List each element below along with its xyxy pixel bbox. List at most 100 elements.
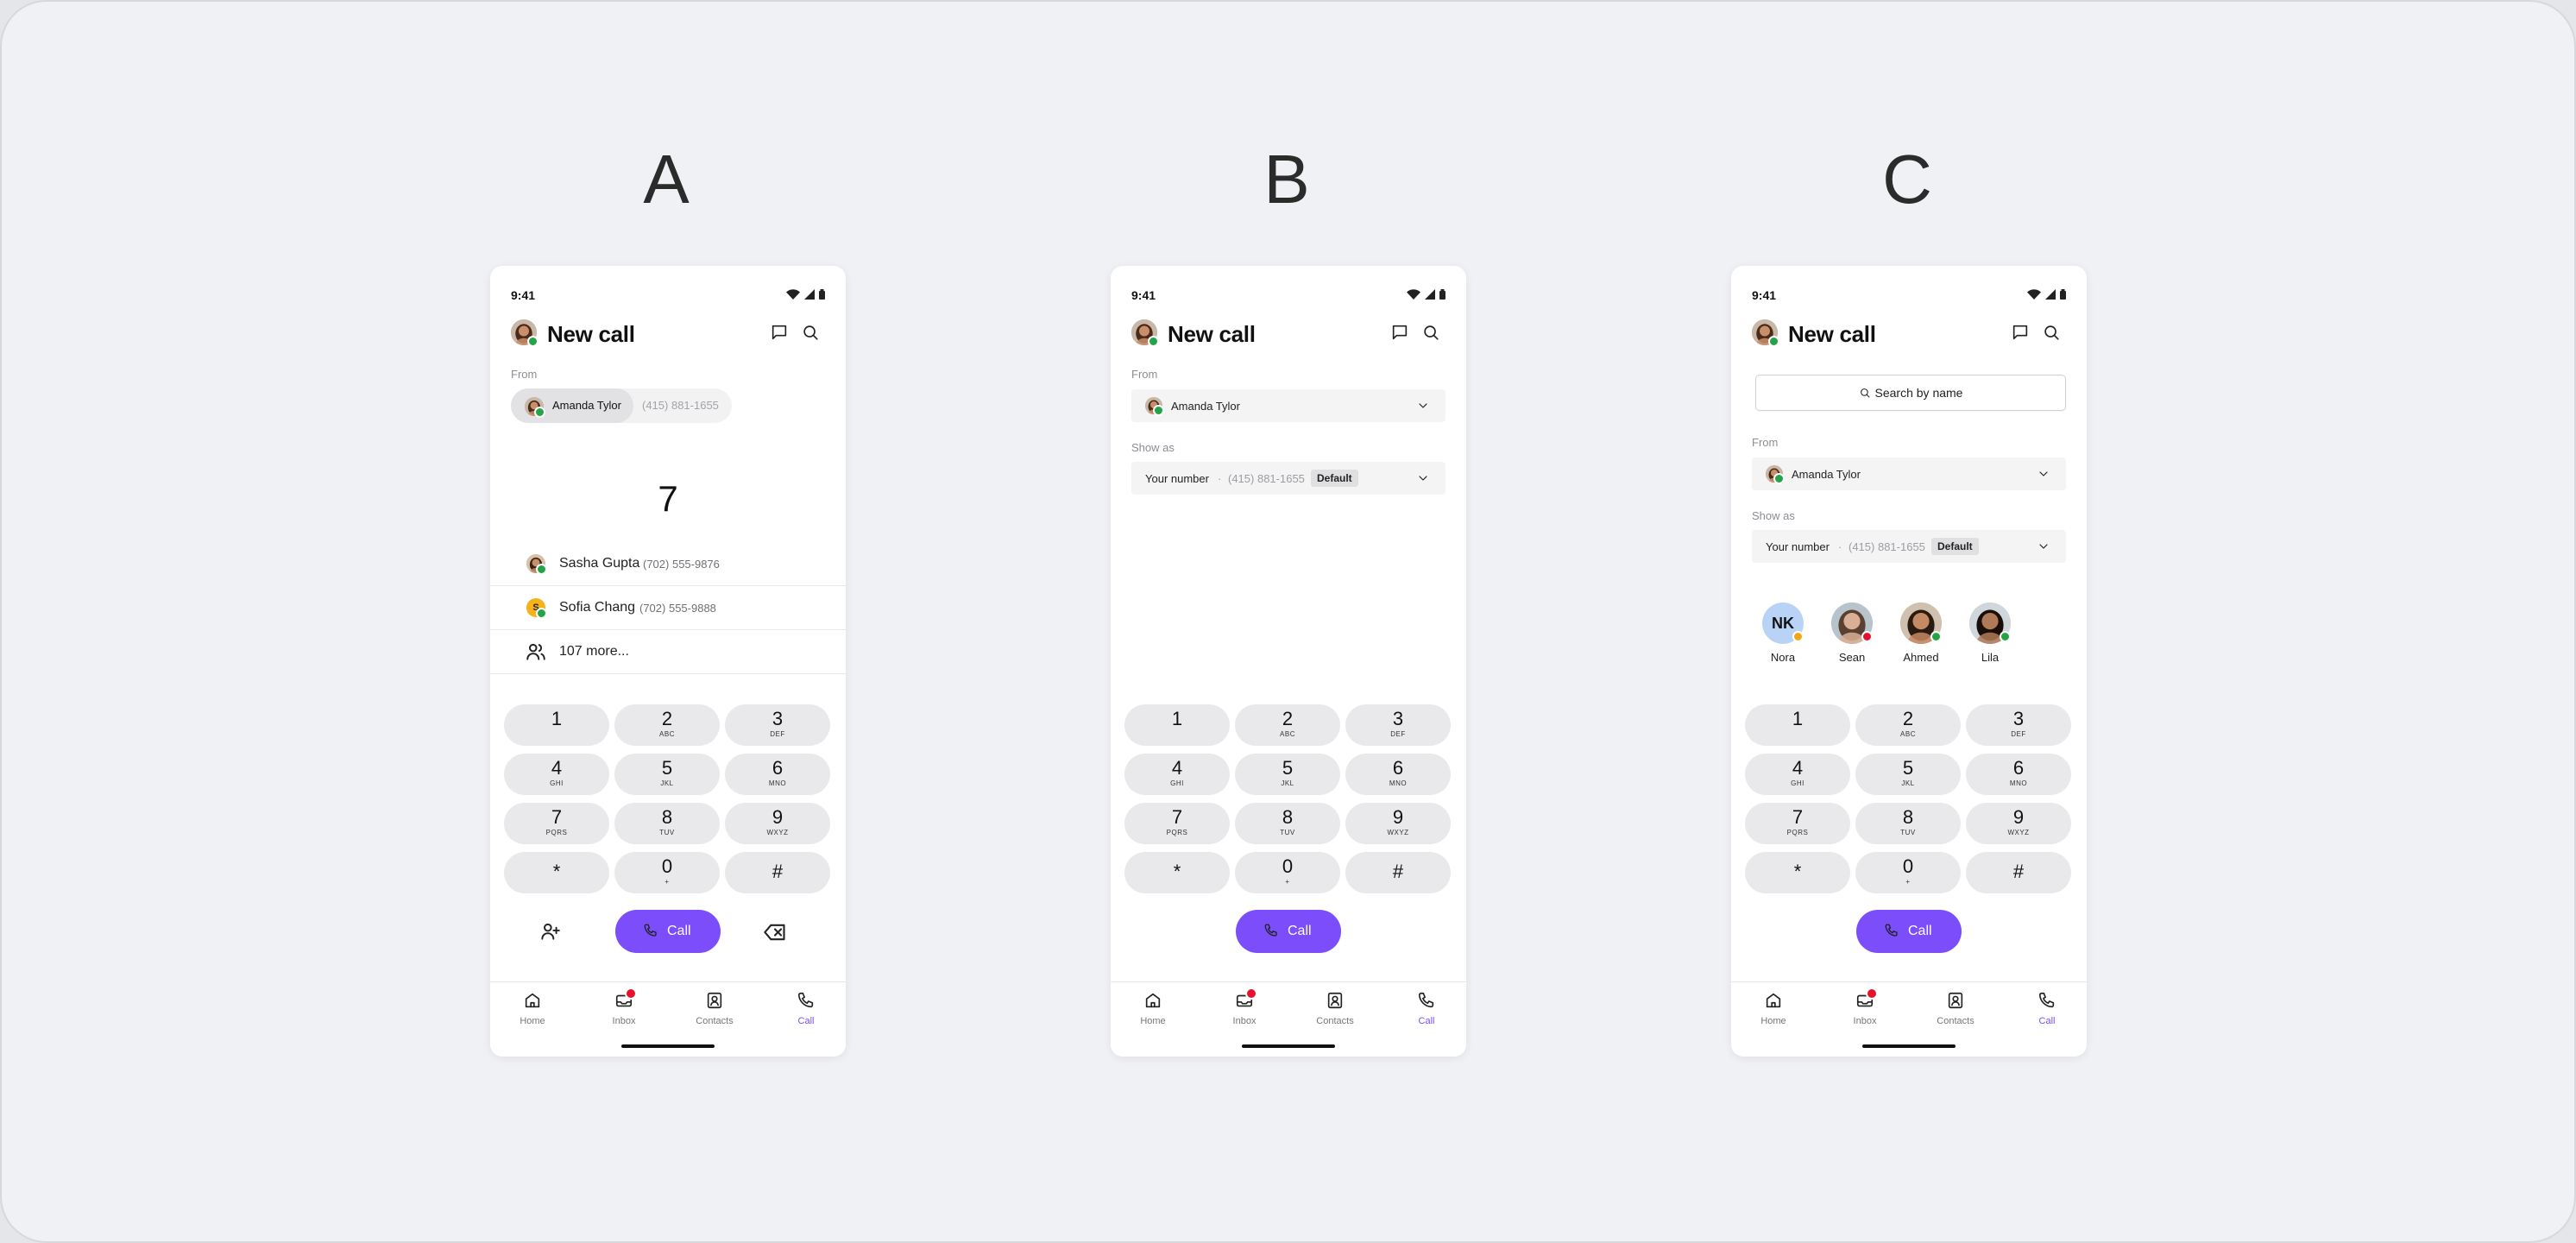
keypad-key[interactable]: 5 JKL [1235,754,1340,795]
dialed-number: 7 [658,478,678,519]
more-contacts-row[interactable]: 107 more... [490,630,846,674]
call-button[interactable]: Call [1856,910,1962,953]
keypad-key[interactable]: 0 + [1235,852,1340,893]
keypad-key[interactable]: 1 [1745,704,1850,746]
key-digit: 1 [1792,708,1804,729]
keypad-key[interactable]: # [1966,852,2071,893]
user-avatar [1752,319,1779,347]
favorite-contact[interactable]: NK Nora [1757,603,1809,664]
tab-inbox[interactable]: Inbox [1835,987,1895,1026]
keypad-key[interactable]: 2 ABC [1855,704,1961,746]
tab-home[interactable]: Home [1123,991,1183,1026]
from-select[interactable]: Amanda Tylor [1131,389,1445,422]
show-as-select[interactable]: Your number · (415) 881-1655 Default [1752,530,2066,563]
keypad-key[interactable]: 4 GHI [1124,754,1230,795]
keypad-key[interactable]: 1 [504,704,609,746]
message-icon[interactable] [1390,323,1411,344]
your-number-label: Your number [1145,472,1209,485]
keypad-key[interactable]: 6 MNO [1345,754,1451,795]
tab-contacts[interactable]: Contacts [1305,991,1365,1026]
keypad-key[interactable]: 3 DEF [725,704,830,746]
keypad-key[interactable]: 8 TUV [1855,803,1961,844]
key-digit: 2 [1902,708,1914,729]
keypad-key[interactable]: 5 JKL [614,754,720,795]
your-number-label: Your number [1766,540,1830,553]
tab-call[interactable]: Call [2017,991,2077,1026]
message-icon[interactable] [2011,323,2031,344]
keypad-key[interactable]: * [504,852,609,893]
keypad-key[interactable]: 4 GHI [504,754,609,795]
tab-label: Home [1760,1016,1786,1026]
suggestion-row[interactable]: S Sofia Chang (702) 555-9888 [490,586,846,630]
keypad-key[interactable]: 4 GHI [1745,754,1850,795]
keypad-key[interactable]: 8 TUV [614,803,720,844]
key-digit: # [772,861,784,882]
notification-dot [1245,987,1257,1000]
key-digit: 0 [1282,855,1294,877]
keypad-key[interactable]: 8 TUV [1235,803,1340,844]
keypad-key[interactable]: * [1745,852,1850,893]
keypad-key[interactable]: 3 DEF [1966,704,2071,746]
keypad-key[interactable]: 3 DEF [1345,704,1451,746]
keypad-key[interactable]: 2 ABC [1235,704,1340,746]
keypad-key[interactable]: 7 PQRS [504,803,609,844]
favorite-contact[interactable]: Ahmed [1895,603,1947,664]
tab-inbox[interactable]: Inbox [1214,987,1275,1026]
keypad-key[interactable]: 2 ABC [614,704,720,746]
show-as-label: Show as [1752,509,1795,522]
tab-contacts[interactable]: Contacts [1925,991,1986,1026]
tab-home[interactable]: Home [502,991,563,1026]
call-button[interactable]: Call [1236,910,1341,953]
favorite-name: Ahmed [1903,651,1939,664]
keypad-key[interactable]: 5 JKL [1855,754,1961,795]
key-letters: TUV [1900,829,1916,836]
add-person-icon[interactable] [539,920,563,944]
keypad-key[interactable]: 7 PQRS [1745,803,1850,844]
from-chip[interactable]: Amanda Tylor (415) 881-1655 [511,388,732,423]
tab-label: Contacts [1316,1016,1354,1026]
keypad-key[interactable]: 6 MNO [1966,754,2071,795]
search-icon[interactable] [1421,323,1442,344]
key-letters: ABC [659,730,675,738]
search-input[interactable]: Search by name [1755,375,2066,411]
message-icon[interactable] [770,323,790,344]
keypad-key[interactable]: 1 [1124,704,1230,746]
key-letters: PQRS [1786,829,1809,836]
default-badge: Default [1931,538,1979,555]
favorite-avatar [1900,603,1942,644]
favorite-contact[interactable]: Sean [1826,603,1878,664]
keypad-key[interactable]: 7 PQRS [1124,803,1230,844]
key-letters: ABC [1280,730,1295,738]
key-digit: 2 [1282,708,1294,729]
favorite-name: Lila [1981,651,2000,664]
show-as-select[interactable]: Your number · (415) 881-1655 Default [1131,462,1445,495]
tab-inbox[interactable]: Inbox [594,987,654,1026]
from-select[interactable]: Amanda Tylor [1752,457,2066,490]
keypad-key[interactable]: # [1345,852,1451,893]
keypad-key[interactable]: 9 WXYZ [725,803,830,844]
keypad-key[interactable]: # [725,852,830,893]
search-placeholder: Search by name [1874,386,1963,400]
keypad-key[interactable]: * [1124,852,1230,893]
key-letters: PQRS [545,829,568,836]
presence-indicator [1148,336,1159,347]
status-icons [1407,288,1445,304]
contact-avatar [526,554,547,575]
search-icon[interactable] [801,323,822,344]
backspace-icon[interactable] [763,920,787,944]
keypad-key[interactable]: 6 MNO [725,754,830,795]
tab-call[interactable]: Call [776,991,836,1026]
keypad-key[interactable]: 0 + [614,852,720,893]
search-icon[interactable] [2042,323,2063,344]
keypad-key[interactable]: 9 WXYZ [1345,803,1451,844]
keypad-key[interactable]: 0 + [1855,852,1961,893]
favorite-contact[interactable]: Lila [1964,603,2016,664]
call-button[interactable]: Call [615,910,721,953]
tab-home[interactable]: Home [1743,991,1804,1026]
tab-contacts[interactable]: Contacts [684,991,745,1026]
keypad-key[interactable]: 9 WXYZ [1966,803,2071,844]
favorite-name: Sean [1838,651,1866,664]
tab-call[interactable]: Call [1396,991,1457,1026]
suggestion-row[interactable]: Sasha Gupta (702) 555-9876 [490,542,846,586]
variant-label: C [1882,141,1932,218]
